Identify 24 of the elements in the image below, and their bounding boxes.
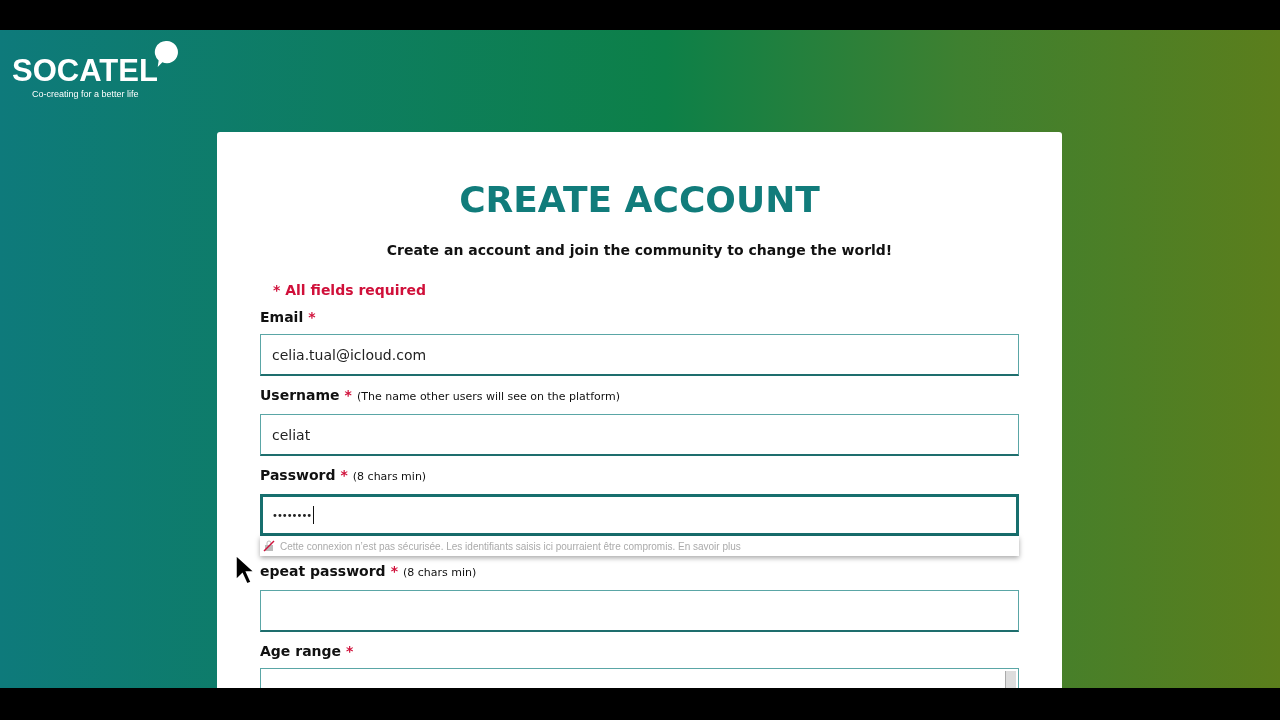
logo-text: SOCATEL	[12, 55, 158, 86]
required-mark: *	[346, 643, 354, 659]
required-mark: *	[308, 309, 316, 325]
input-field[interactable]: ••••••••	[260, 494, 1019, 536]
crossed-lock-icon	[263, 540, 275, 552]
field-hint: (The name other users will see on the platform)	[356, 390, 621, 403]
required-note: * All fields required	[273, 282, 427, 298]
required-mark: *	[390, 563, 398, 579]
required-mark: *	[344, 387, 352, 403]
field-label: epeat password	[260, 563, 386, 579]
logo-tagline: Co-creating for a better life	[32, 89, 140, 99]
required-mark: *	[340, 467, 348, 483]
field-hint: (8 chars min)	[352, 470, 427, 483]
input-field[interactable]	[260, 590, 1019, 632]
input-field[interactable]: celia.tual@icloud.com	[260, 334, 1019, 376]
form-title: CREATE ACCOUNT	[458, 178, 821, 222]
field-label: Username	[260, 387, 340, 403]
warning-text: Cette connexion n’est pas sécurisée. Les identifiants saisis ici pourraient être compromis. En savoir plus	[280, 540, 741, 552]
input-field[interactable]: celiat	[260, 414, 1019, 456]
form-subtitle: Create an account and join the community to change the world!	[385, 242, 894, 258]
field-hint: (8 chars min)	[402, 566, 477, 579]
field-label: Password	[260, 467, 336, 483]
field-label: Email	[260, 309, 304, 325]
field-label: Age range	[260, 643, 342, 659]
